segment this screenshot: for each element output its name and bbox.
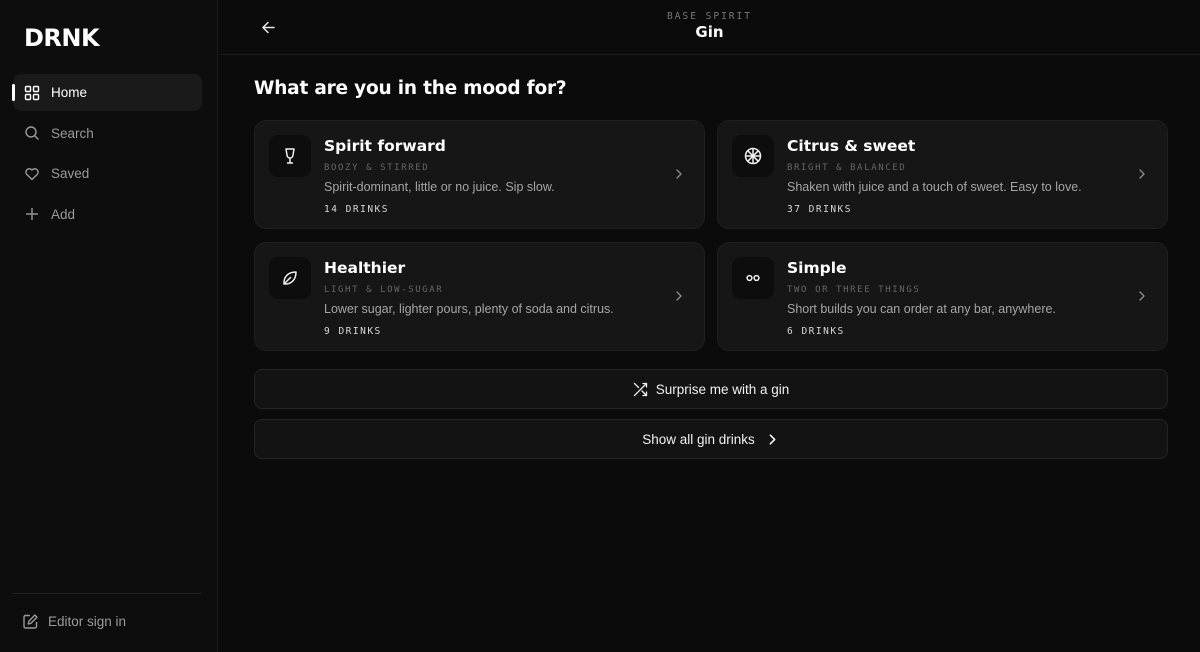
search-icon xyxy=(24,125,40,141)
page-title: Gin xyxy=(695,23,724,41)
card-title: Citrus & sweet xyxy=(787,137,916,155)
show-all-label: Show all gin drinks xyxy=(642,431,755,447)
chevron-right-icon xyxy=(672,289,686,303)
surprise-me-label: Surprise me with a gin xyxy=(655,381,790,397)
leaf-icon xyxy=(269,257,311,299)
section-heading: What are you in the mood for? xyxy=(254,78,567,99)
mood-card-spirit-forward[interactable]: Spirit forward BOOZY & STIRRED Spirit-do… xyxy=(254,120,705,229)
card-description: Shaken with juice and a touch of sweet. … xyxy=(787,180,1082,194)
two-dots-icon xyxy=(732,257,774,299)
sidebar-item-saved[interactable]: Saved xyxy=(13,155,202,192)
card-title: Spirit forward xyxy=(324,137,446,155)
grid-icon xyxy=(24,85,40,101)
sidebar-item-home[interactable]: Home xyxy=(12,74,202,111)
shuffle-icon xyxy=(633,382,648,397)
sidebar-nav: Home Search Saved Add xyxy=(12,74,202,236)
card-description: Spirit-dominant, little or no juice. Sip… xyxy=(324,180,555,194)
mood-card-healthier[interactable]: Healthier LIGHT & LOW-SUGAR Lower sugar,… xyxy=(254,242,705,351)
app-logo[interactable]: DRNK xyxy=(24,24,100,52)
show-all-button[interactable]: Show all gin drinks xyxy=(254,419,1168,459)
mood-card-simple[interactable]: Simple TWO OR THREE THINGS Short builds … xyxy=(717,242,1168,351)
sidebar-item-label: Home xyxy=(51,85,88,100)
plus-icon xyxy=(24,206,40,222)
card-count: 37 DRINKS xyxy=(787,204,852,215)
chevron-right-icon xyxy=(672,167,686,181)
card-count: 9 DRINKS xyxy=(324,326,382,337)
chevron-right-icon xyxy=(765,432,780,447)
edit-icon xyxy=(22,613,48,630)
card-subtitle: LIGHT & LOW-SUGAR xyxy=(324,285,444,295)
header-eyebrow: BASE SPIRIT xyxy=(667,11,752,22)
card-description: Lower sugar, lighter pours, plenty of so… xyxy=(324,302,614,316)
card-title: Simple xyxy=(787,259,847,277)
card-title: Healthier xyxy=(324,259,406,277)
surprise-me-button[interactable]: Surprise me with a gin xyxy=(254,369,1168,409)
editor-sign-in-link[interactable]: Editor sign in xyxy=(22,613,126,630)
sidebar-item-label: Add xyxy=(51,206,76,222)
sidebar-item-add[interactable]: Add xyxy=(13,196,202,233)
card-subtitle: BOOZY & STIRRED xyxy=(324,163,430,173)
chevron-right-icon xyxy=(1135,167,1149,181)
cocktail-glass-icon xyxy=(269,135,311,177)
card-subtitle: TWO OR THREE THINGS xyxy=(787,285,921,295)
chevron-right-icon xyxy=(1135,289,1149,303)
mood-card-citrus-sweet[interactable]: Citrus & sweet BRIGHT & BALANCED Shaken … xyxy=(717,120,1168,229)
card-count: 6 DRINKS xyxy=(787,326,845,337)
card-description: Short builds you can order at any bar, a… xyxy=(787,302,1056,316)
citrus-slice-icon xyxy=(732,135,774,177)
sidebar-item-label: Saved xyxy=(51,166,90,181)
sidebar-item-search[interactable]: Search xyxy=(13,115,202,152)
sidebar-divider xyxy=(13,593,201,594)
card-count: 14 DRINKS xyxy=(324,204,389,215)
heart-icon xyxy=(24,166,40,182)
page-header: BASE SPIRIT Gin xyxy=(219,0,1200,55)
editor-sign-in-label: Editor sign in xyxy=(48,614,127,629)
sidebar-item-label: Search xyxy=(51,125,94,141)
card-subtitle: BRIGHT & BALANCED xyxy=(787,163,907,173)
sidebar: DRNK Home Search Saved Add Editor sign i… xyxy=(0,0,218,652)
